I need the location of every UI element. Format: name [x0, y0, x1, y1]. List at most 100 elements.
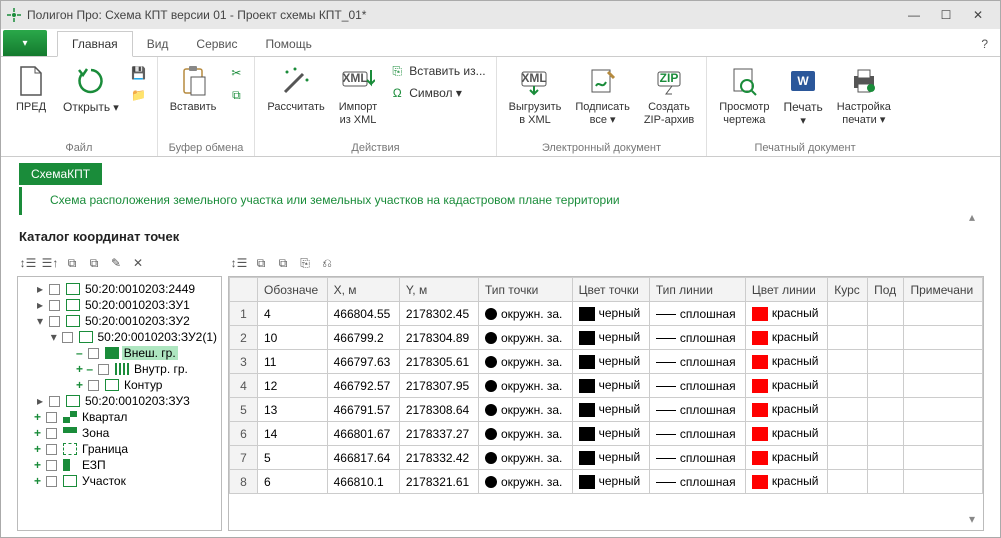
save-button[interactable]: 💾	[127, 63, 151, 83]
tree-checkbox[interactable]	[49, 284, 60, 295]
cell-x[interactable]: 466792.57	[327, 374, 399, 398]
cell-point-type[interactable]: окружн. за.	[478, 350, 572, 374]
cell-point-type[interactable]: окружн. за.	[478, 326, 572, 350]
cell-x[interactable]: 466791.57	[327, 398, 399, 422]
print-button[interactable]: W Печать▾	[777, 61, 828, 130]
tree-checkbox[interactable]	[46, 444, 57, 455]
cell-course[interactable]	[828, 350, 868, 374]
tree-tool-1[interactable]: ↕☰	[19, 254, 37, 272]
cell-line-color[interactable]: красный	[745, 350, 827, 374]
cell-line-type[interactable]: сплошная	[649, 446, 745, 470]
cell-y[interactable]: 2178302.45	[399, 302, 478, 326]
cell-obs[interactable]: 5	[258, 446, 328, 470]
calc-button[interactable]: Рассчитать	[261, 61, 330, 116]
row-header[interactable]: 5	[230, 398, 258, 422]
tree-tool-delete[interactable]: ✕	[129, 254, 147, 272]
cell-y[interactable]: 2178332.42	[399, 446, 478, 470]
grid-tool-2[interactable]: ⧉	[252, 254, 270, 272]
paste-button[interactable]: Вставить	[164, 61, 223, 116]
cell-line-color[interactable]: красный	[745, 326, 827, 350]
col-header[interactable]: Цвет точки	[572, 278, 649, 302]
tree-toggle-icon[interactable]: ▸	[34, 282, 46, 296]
preview-button[interactable]: Просмотр чертежа	[713, 61, 775, 129]
symbol-button[interactable]: ΩСимвол ▾	[385, 83, 489, 103]
tree-checkbox[interactable]	[88, 380, 99, 391]
cell-obs[interactable]: 12	[258, 374, 328, 398]
page-scrollbar[interactable]: ▴ ▾	[963, 210, 981, 526]
tree-checkbox[interactable]	[46, 412, 57, 423]
grid-tool-5[interactable]: ⎌	[318, 254, 336, 272]
tree-add-icon[interactable]: –	[76, 346, 83, 360]
cell-point-type[interactable]: окружн. за.	[478, 302, 572, 326]
cell-obs[interactable]: 14	[258, 422, 328, 446]
tree-item[interactable]: ▾50:20:0010203:ЗУ2	[20, 313, 219, 329]
table-row[interactable]: 14466804.552178302.45окружн. за.черныйсп…	[230, 302, 983, 326]
tree-add-icon[interactable]: +	[34, 442, 41, 456]
tree-checkbox[interactable]	[46, 476, 57, 487]
app-menu-button[interactable]: ▾	[3, 30, 47, 56]
cell-line-type[interactable]: сплошная	[649, 374, 745, 398]
grid-tool-3[interactable]: ⧉	[274, 254, 292, 272]
tree-item[interactable]: +Граница	[20, 441, 219, 457]
grid-tool-1[interactable]: ↕☰	[230, 254, 248, 272]
folder-button[interactable]: 📁	[127, 85, 151, 105]
cell-point-type[interactable]: окружн. за.	[478, 422, 572, 446]
cell-sub[interactable]	[868, 326, 904, 350]
table-row[interactable]: 86466810.12178321.61окружн. за.черныйспл…	[230, 470, 983, 494]
col-header[interactable]: Y, м	[399, 278, 478, 302]
scroll-up-icon[interactable]: ▴	[969, 210, 975, 224]
tree-item[interactable]: ▸50:20:0010203:2449	[20, 281, 219, 297]
cell-point-type[interactable]: окружн. за.	[478, 374, 572, 398]
cell-point-type[interactable]: окружн. за.	[478, 470, 572, 494]
tree-item[interactable]: +Участок	[20, 473, 219, 489]
cell-course[interactable]	[828, 422, 868, 446]
col-header[interactable]: X, м	[327, 278, 399, 302]
cell-obs[interactable]: 4	[258, 302, 328, 326]
tree-add-icon[interactable]: +	[34, 474, 41, 488]
tree-item[interactable]: +Контур	[20, 377, 219, 393]
cell-line-color[interactable]: красный	[745, 446, 827, 470]
col-header[interactable]: Обозначе	[258, 278, 328, 302]
cell-point-color[interactable]: черный	[572, 398, 649, 422]
tree-toggle-icon[interactable]: ▾	[48, 330, 59, 344]
cell-line-type[interactable]: сплошная	[649, 302, 745, 326]
cell-y[interactable]: 2178305.61	[399, 350, 478, 374]
cell-line-type[interactable]: сплошная	[649, 422, 745, 446]
close-button[interactable]: ✕	[962, 5, 994, 25]
cell-point-type[interactable]: окружн. за.	[478, 398, 572, 422]
sign-all-button[interactable]: Подписать все ▾	[569, 61, 635, 129]
cell-obs[interactable]: 13	[258, 398, 328, 422]
table-row[interactable]: 614466801.672178337.27окружн. за.черныйс…	[230, 422, 983, 446]
row-header[interactable]: 8	[230, 470, 258, 494]
cell-sub[interactable]	[868, 350, 904, 374]
cell-point-color[interactable]: черный	[572, 350, 649, 374]
cell-x[interactable]: 466799.2	[327, 326, 399, 350]
tree-checkbox[interactable]	[46, 428, 57, 439]
cell-point-color[interactable]: черный	[572, 422, 649, 446]
tree-toggle-icon[interactable]: ▸	[34, 394, 46, 408]
cell-course[interactable]	[828, 302, 868, 326]
prev-button[interactable]: ПРЕД	[7, 61, 55, 116]
print-settings-button[interactable]: Настройка печати ▾	[831, 61, 897, 129]
cell-course[interactable]	[828, 446, 868, 470]
tab-view[interactable]: Вид	[133, 32, 183, 56]
cell-x[interactable]: 466801.67	[327, 422, 399, 446]
copy-button[interactable]: ⧉	[224, 85, 248, 105]
cell-course[interactable]	[828, 398, 868, 422]
cell-sub[interactable]	[868, 470, 904, 494]
cut-button[interactable]: ✂	[224, 63, 248, 83]
cell-obs[interactable]: 6	[258, 470, 328, 494]
tree-add-icon[interactable]: +	[34, 426, 41, 440]
tree-add-icon[interactable]: +	[76, 378, 83, 392]
tree-checkbox[interactable]	[49, 396, 60, 407]
cell-line-type[interactable]: сплошная	[649, 326, 745, 350]
cell-point-type[interactable]: окружн. за.	[478, 446, 572, 470]
tree-checkbox[interactable]	[98, 364, 109, 375]
col-header[interactable]: Тип точки	[478, 278, 572, 302]
tree-checkbox[interactable]	[62, 332, 73, 343]
cell-y[interactable]: 2178308.64	[399, 398, 478, 422]
tree-item[interactable]: +ЕЗП	[20, 457, 219, 473]
tree-item[interactable]: ▸50:20:0010203:ЗУ1	[20, 297, 219, 313]
cell-line-color[interactable]: красный	[745, 398, 827, 422]
cell-point-color[interactable]: черный	[572, 446, 649, 470]
